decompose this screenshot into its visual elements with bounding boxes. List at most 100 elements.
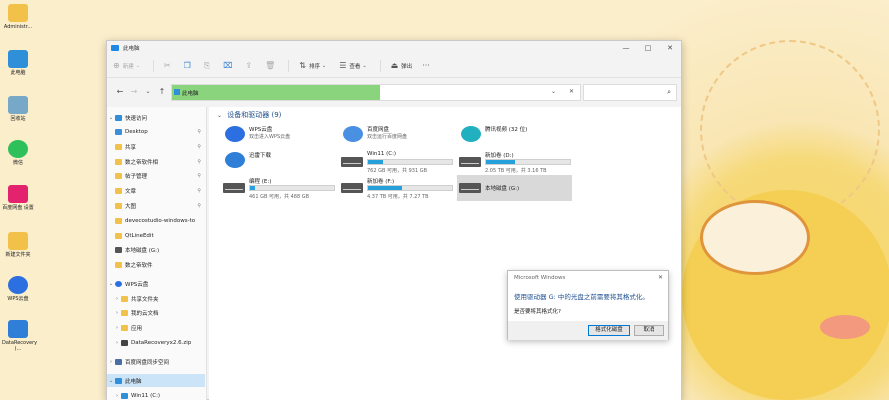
nav-item-label: Win11 (C:) <box>131 392 161 399</box>
nav-item-folder[interactable]: › 我的云文档 <box>107 306 205 319</box>
address-bar[interactable]: 此电脑 ⌄ ✕ <box>171 84 581 101</box>
minimize-button[interactable]: — <box>615 41 637 54</box>
drive-icon <box>115 246 122 253</box>
sort-icon: ⇅ <box>299 61 306 70</box>
up-button[interactable]: ↑ <box>155 87 169 96</box>
chevron-down-icon[interactable]: ⌄ <box>551 88 556 95</box>
sort-button[interactable]: ⇅ 排序 ⌄ <box>299 61 329 70</box>
delete-button[interactable]: 🗑 <box>265 61 278 70</box>
zip-file-icon <box>121 339 128 346</box>
forward-button[interactable]: → <box>127 87 141 96</box>
desktop-icon-wechat[interactable]: 微信 <box>2 140 34 166</box>
this-pc-icon <box>115 377 122 384</box>
desktop-icon-recycle-bin[interactable]: 回收站 <box>2 96 34 122</box>
chevron-down-icon[interactable]: ⌄ <box>107 378 115 384</box>
search-input[interactable]: ⌕ <box>583 84 677 101</box>
nav-item-zip[interactable]: › DataRecoveryx2.6.zip <box>107 336 205 349</box>
nav-item-desktop[interactable]: Desktop ⚲ <box>107 125 205 138</box>
maximize-button[interactable]: □ <box>637 41 659 54</box>
close-icon[interactable]: ✕ <box>658 274 663 281</box>
nav-item-drive-c[interactable]: › Win11 (C:) <box>107 389 205 400</box>
format-disk-button[interactable]: 格式化磁盘 <box>588 325 630 336</box>
copy-button[interactable]: ❐ <box>184 61 194 70</box>
toolbar-divider <box>152 59 154 72</box>
nav-item-wps-cloud[interactable]: ⌄ WPS云盘 <box>107 277 205 290</box>
desktop-icon-administrator[interactable]: Administr... <box>2 4 34 30</box>
nav-item-share[interactable]: 共享 ⚲ <box>107 140 205 153</box>
rename-button[interactable]: ⌧ <box>223 61 235 70</box>
nav-item-folder[interactable]: 数之帝软件相 ⚲ <box>107 155 205 168</box>
cancel-button[interactable]: 取消 <box>634 325 664 336</box>
nav-item-folder[interactable]: 帖子管理 ⚲ <box>107 169 205 182</box>
recent-locations-button[interactable]: ⌄ <box>141 88 155 95</box>
nav-item-baidu-sync[interactable]: › 百度网盘同步空间 <box>107 355 205 368</box>
nav-item-this-pc[interactable]: ⌄ 此电脑 <box>107 374 205 387</box>
chevron-right-icon[interactable]: › <box>113 393 121 399</box>
desktop-icon-this-pc[interactable]: 此电脑 <box>2 50 34 76</box>
address-progress-fill <box>172 85 380 100</box>
nav-item-label: 大图 <box>125 203 137 210</box>
folder-icon <box>115 187 122 194</box>
close-button[interactable]: ✕ <box>659 41 681 54</box>
window-controls: — □ ✕ <box>615 41 681 54</box>
new-button[interactable]: ⊕ 新建 ⌄ <box>113 61 143 70</box>
group-header-devices[interactable]: ⌄ 设备和驱动器 (9) <box>217 110 281 120</box>
tile-drive-d[interactable]: 新加卷 (D:) 2.05 TB 可用，共 3.16 TB <box>457 149 572 175</box>
play-icon <box>461 126 481 142</box>
desktop-icon-baidu-netdisk[interactable]: 百度网盘 设置 <box>2 185 34 211</box>
close-icon[interactable]: ✕ <box>569 88 574 95</box>
nav-item-label: QtLineEdit <box>125 232 154 239</box>
share-button[interactable]: ⇪ <box>245 61 255 70</box>
folder-icon <box>121 324 128 331</box>
nav-item-folder[interactable]: › 应用 <box>107 321 205 334</box>
desktop-icon-wps-cloud[interactable]: WPS云盘 <box>2 276 34 302</box>
tile-drive-g[interactable]: 本地磁盘 (G:) <box>457 175 572 201</box>
tile-baidu-netdisk[interactable]: 百度网盘 双击运行百度网盘 <box>339 123 454 149</box>
nav-item-folder[interactable]: 大图 ⚲ <box>107 199 205 212</box>
title-bar[interactable]: 此电脑 <box>107 41 681 54</box>
nav-item-folder[interactable]: devecostudio-windows-to <box>107 214 205 227</box>
plus-icon: ⊕ <box>113 61 120 70</box>
tile-name: 编程 (E:) <box>249 179 272 185</box>
chevron-right-icon[interactable]: › <box>107 359 115 365</box>
back-button[interactable]: ← <box>113 87 127 96</box>
view-button[interactable]: ☰ 查看 ⌄ <box>339 61 369 70</box>
chevron-right-icon[interactable]: › <box>113 310 121 316</box>
nav-item-label: 帖子管理 <box>125 173 148 180</box>
chevron-down-icon[interactable]: ⌄ <box>107 281 115 287</box>
new-button-label: 新建 <box>122 63 134 70</box>
nav-item-folder[interactable]: 文章 ⚲ <box>107 184 205 197</box>
tile-drive-c[interactable]: Win11 (C:) 762 GB 可用，共 931 GB <box>339 149 454 175</box>
desktop-icon-label: Administr... <box>3 24 33 30</box>
tile-name: 本地磁盘 (G:) <box>485 186 520 192</box>
drive-icon <box>341 157 363 167</box>
tile-drive-e[interactable]: 编程 (E:) 461 GB 可用，共 488 GB <box>221 175 336 201</box>
nav-item-quick-access[interactable]: ⌄ 快速访问 <box>107 111 205 124</box>
tile-xunlei[interactable]: 迅雷下载 <box>221 149 336 175</box>
nav-item-label: 应用 <box>131 325 143 332</box>
nav-item-drive-g[interactable]: 本地磁盘 (G:) <box>107 243 205 256</box>
nav-item-folder[interactable]: › 共享文件夹 <box>107 292 205 305</box>
chevron-right-icon[interactable]: › <box>113 340 121 346</box>
nav-item-folder[interactable]: QtLineEdit <box>107 229 205 242</box>
desktop-icon-new-folder[interactable]: 新建文件夹 <box>2 232 34 258</box>
chevron-right-icon[interactable]: › <box>113 325 121 331</box>
nav-item-label: 此电脑 <box>125 378 142 385</box>
tile-wps-cloud[interactable]: WPS云盘 双击进入WPS云盘 <box>221 123 336 149</box>
chevron-right-icon[interactable]: › <box>113 296 121 302</box>
eject-button[interactable]: ⏏ 弹出 <box>391 61 413 70</box>
desktop-icon-datarecovery[interactable]: DataRecovery (... <box>2 320 37 352</box>
eject-icon: ⏏ <box>390 61 399 70</box>
nav-item-folder[interactable]: 数之帝软件 <box>107 258 205 271</box>
windows-drive-icon <box>121 392 128 399</box>
cut-button[interactable]: ✂ <box>164 61 174 70</box>
tile-drive-f[interactable]: 新加卷 (F:) 4.37 TB 可用，共 7.27 TB <box>339 175 454 201</box>
drive-space-text: 461 GB 可用，共 488 GB <box>249 194 310 200</box>
chevron-down-icon[interactable]: ⌄ <box>107 115 115 121</box>
tile-tencent-video[interactable]: 腾讯视频 (32 位) <box>457 123 572 149</box>
paste-button[interactable]: ⎘ <box>204 61 213 71</box>
this-pc-icon <box>111 44 119 51</box>
search-icon: ⌕ <box>667 88 671 96</box>
more-options-button[interactable]: ··· <box>422 61 433 70</box>
app-icon <box>8 185 28 203</box>
